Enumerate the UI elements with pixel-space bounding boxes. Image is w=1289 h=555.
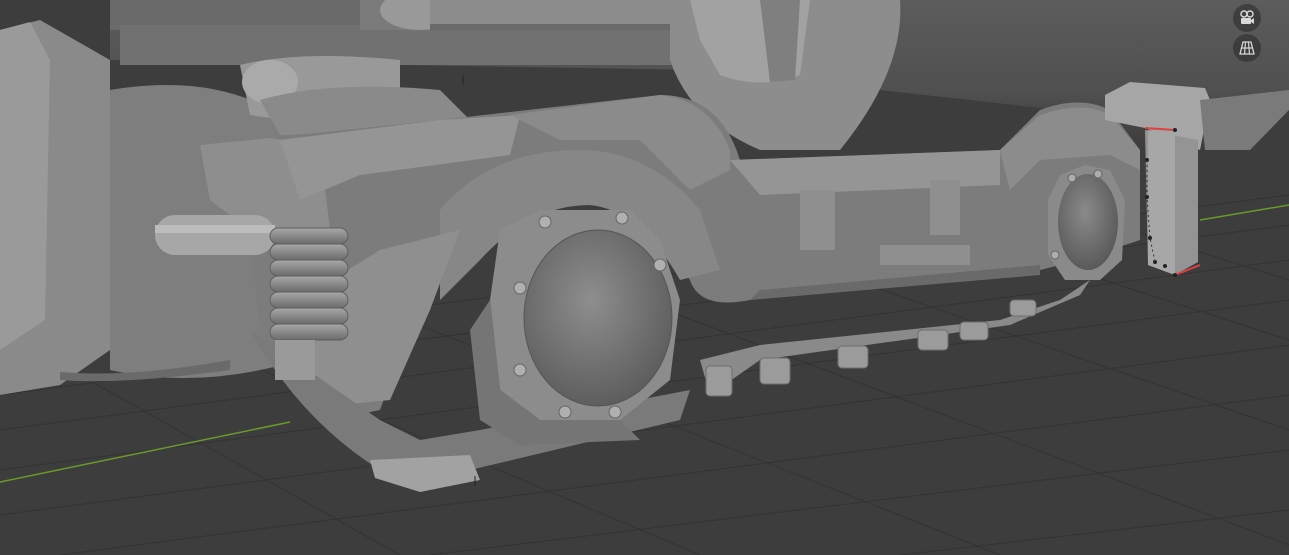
journal-box-rear <box>1048 165 1125 280</box>
camera-view-toggle[interactable] <box>1233 4 1261 32</box>
camera-icon <box>1240 10 1254 24</box>
grid-perspective-icon <box>1239 41 1255 55</box>
ortho-persp-toggle[interactable] <box>1233 34 1261 62</box>
3d-viewport[interactable] <box>0 0 1289 555</box>
y-axis-line-far <box>1199 204 1289 221</box>
viewport-scene[interactable] <box>0 0 1289 555</box>
y-axis-line <box>0 421 291 483</box>
